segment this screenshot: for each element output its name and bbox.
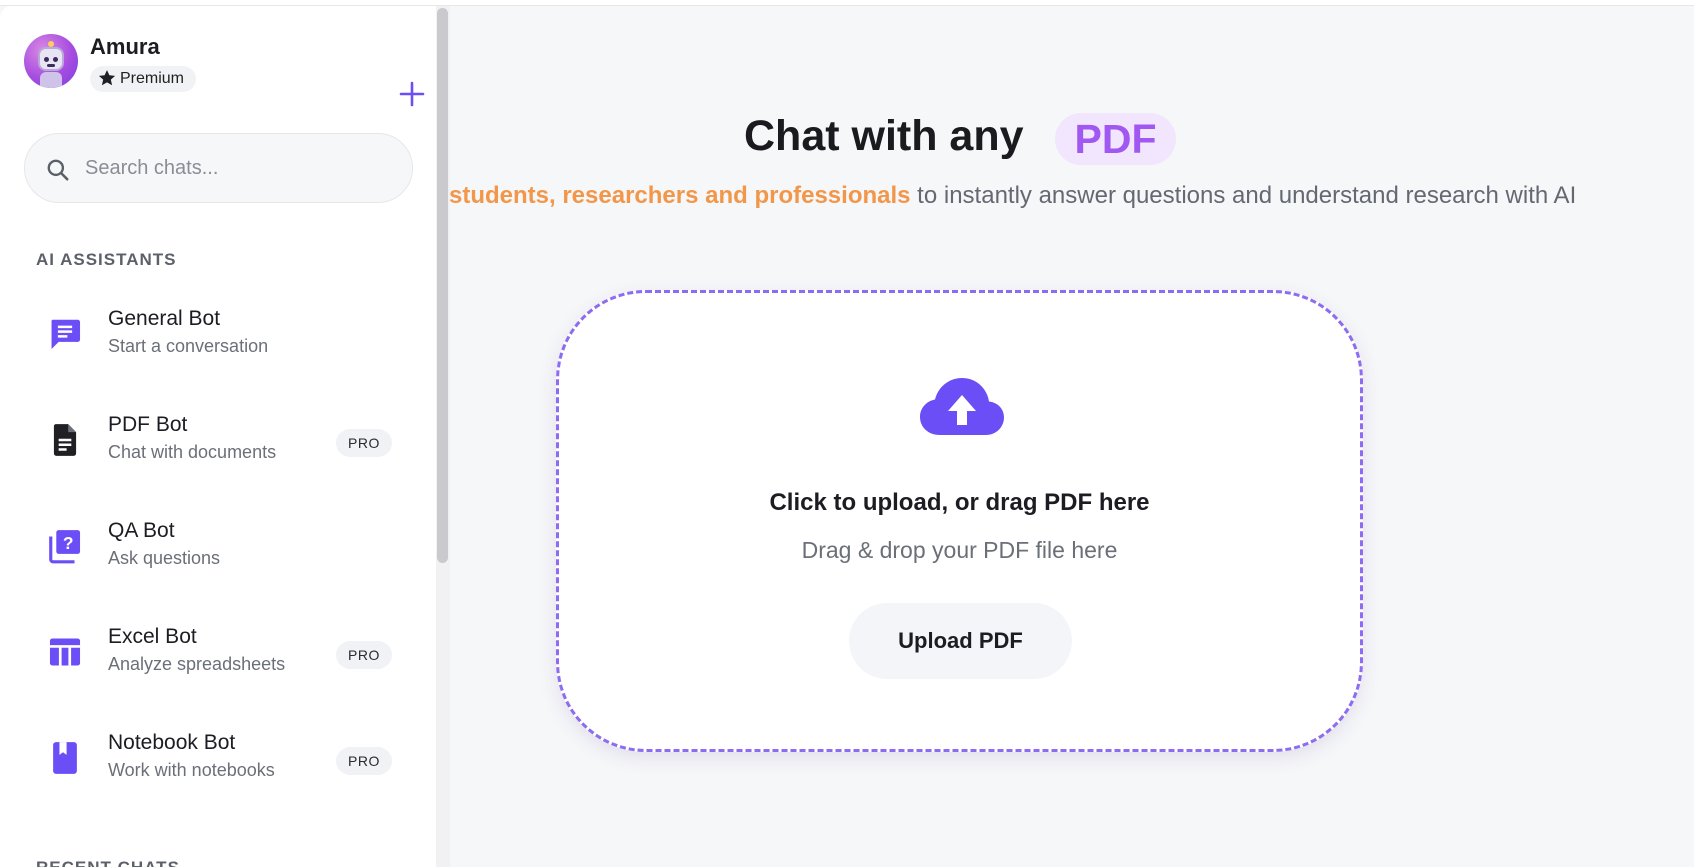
plan-label: Premium bbox=[120, 70, 185, 87]
chat-icon bbox=[51, 319, 81, 350]
avatar[interactable] bbox=[24, 34, 78, 88]
new-chat-button[interactable] bbox=[396, 78, 428, 110]
assistant-qa-bot[interactable]: ? QA Bot Ask questions bbox=[24, 509, 419, 589]
pro-badge: PRO bbox=[336, 641, 392, 669]
profile-name: Amura bbox=[90, 34, 160, 59]
sidebar: Amura Premium AI ASSISTANTS General Bot … bbox=[0, 6, 439, 867]
avatar-robot-head bbox=[38, 47, 64, 71]
page-subtitle: students, researchers and professionals … bbox=[449, 182, 1576, 210]
search-icon bbox=[47, 159, 69, 181]
dropzone-title: Click to upload, or drag PDF here bbox=[769, 489, 1150, 516]
pro-badge: PRO bbox=[336, 747, 392, 775]
page-title: Chat with any bbox=[744, 112, 1024, 160]
assistant-name: PDF Bot bbox=[108, 413, 188, 436]
section-title-assistants: AI ASSISTANTS bbox=[36, 250, 177, 269]
assistant-description: Ask questions bbox=[108, 548, 221, 568]
dropzone-subtitle: Drag & drop your PDF file here bbox=[801, 537, 1118, 563]
section-title-recent-chats: RECENT CHATS bbox=[36, 858, 180, 867]
assistant-description: Chat with documents bbox=[108, 442, 277, 462]
pdf-pill: PDF bbox=[1055, 113, 1176, 165]
assistant-description: Analyze spreadsheets bbox=[108, 654, 286, 674]
avatar-eye bbox=[44, 57, 49, 62]
svg-text:?: ? bbox=[63, 533, 74, 553]
avatar-eye bbox=[53, 57, 58, 62]
search-bar bbox=[24, 133, 413, 203]
assistant-name: Excel Bot bbox=[108, 625, 197, 648]
assistant-notebook-bot[interactable]: Notebook Bot Work with notebooks PRO bbox=[24, 721, 419, 801]
pro-badge: PRO bbox=[336, 429, 392, 457]
assistant-name: Notebook Bot bbox=[108, 731, 236, 754]
pdf-dropzone[interactable]: Click to upload, or drag PDF here Drag &… bbox=[556, 290, 1363, 752]
question-icon: ? bbox=[49, 530, 81, 564]
notebook-icon bbox=[53, 742, 77, 774]
star-icon bbox=[98, 70, 116, 86]
assistant-description: Start a conversation bbox=[108, 336, 269, 356]
table-icon bbox=[49, 638, 81, 666]
assistant-name: QA Bot bbox=[108, 519, 175, 542]
avatar-robot-body bbox=[40, 72, 62, 88]
profile-header: Amura Premium bbox=[24, 34, 425, 107]
assistant-general-bot[interactable]: General Bot Start a conversation bbox=[24, 297, 419, 377]
subtitle-highlight: students, researchers and professionals bbox=[449, 182, 911, 209]
cloud-upload-icon bbox=[920, 378, 1004, 435]
search-input[interactable] bbox=[85, 148, 395, 188]
assistant-description: Work with notebooks bbox=[108, 760, 275, 780]
subtitle-text: to instantly answer questions and unders… bbox=[910, 182, 1577, 209]
upload-pdf-button[interactable]: Upload PDF bbox=[849, 603, 1072, 679]
sidebar-scrollbar-thumb[interactable] bbox=[437, 8, 448, 563]
assistant-pdf-bot[interactable]: PDF Bot Chat with documents PRO bbox=[24, 403, 419, 483]
avatar-mouth bbox=[47, 64, 55, 67]
assistant-name: General Bot bbox=[108, 307, 221, 330]
document-icon bbox=[53, 424, 77, 456]
plan-badge: Premium bbox=[90, 66, 197, 92]
assistant-excel-bot[interactable]: Excel Bot Analyze spreadsheets PRO bbox=[24, 615, 419, 695]
